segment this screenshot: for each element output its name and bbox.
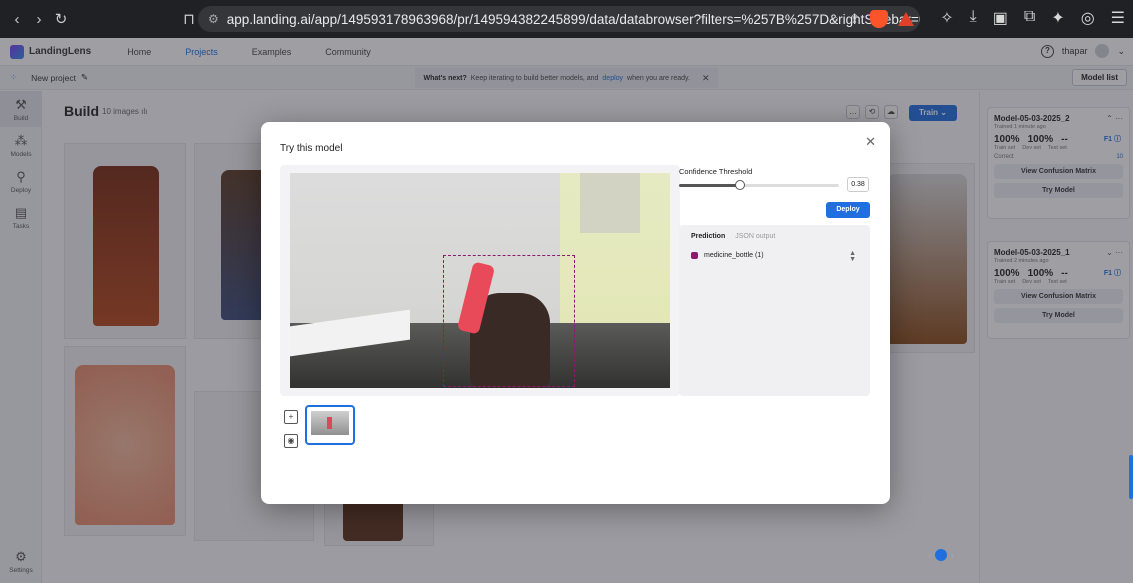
tab-icon[interactable]: ⧉ <box>1024 8 1035 28</box>
browser-toolbar: ‹ › ↻ ⊓ ⚙ app.landing.ai/app/14959317896… <box>0 0 1133 38</box>
tab-prediction[interactable]: Prediction <box>691 233 725 240</box>
confidence-label: Confidence Threshold <box>679 167 753 176</box>
leo-icon[interactable]: ✦ <box>1051 8 1064 28</box>
menu-icon[interactable]: ☰ <box>1111 8 1125 28</box>
prev-page-icon[interactable]: ‹ <box>928 550 931 560</box>
try-model-dialog: Try this model ✕ + ◉ Confidence Threshol… <box>261 122 890 504</box>
page-current[interactable] <box>935 549 947 561</box>
confidence-value[interactable]: 0.38 <box>847 177 869 192</box>
photo-curtain <box>580 173 640 233</box>
slider-handle[interactable] <box>734 180 745 190</box>
vpn-icon[interactable]: ◎ <box>1081 8 1095 28</box>
back-icon[interactable]: ‹ <box>6 8 28 30</box>
tab-json-output[interactable]: JSON output <box>735 233 775 240</box>
forward-icon[interactable]: › <box>28 8 50 30</box>
upload-controls: + ◉ <box>284 410 298 448</box>
deploy-button[interactable]: Deploy <box>826 202 870 218</box>
dialog-title: Try this model <box>280 143 343 154</box>
bookmark-icon[interactable]: ⊓ <box>178 8 200 30</box>
zoom-icon[interactable]: ⌕ <box>832 11 839 27</box>
share-icon[interactable]: ⇪ <box>849 11 860 27</box>
site-info-icon[interactable]: ⚙ <box>208 12 219 26</box>
prediction-label: medicine_bottle (1) <box>704 252 764 259</box>
sort-icon[interactable]: ▲ ▼ <box>849 250 856 263</box>
thumbnail-image <box>311 411 349 435</box>
address-bar[interactable]: ⚙ app.landing.ai/app/149593178963968/pr/… <box>198 6 920 32</box>
reload-icon[interactable]: ↻ <box>50 8 72 30</box>
brave-rewards-icon[interactable] <box>898 12 914 26</box>
scrollbar[interactable] <box>1129 455 1133 499</box>
prediction-panel: Prediction JSON output medicine_bottle (… <box>679 225 870 396</box>
url-text: app.landing.ai/app/149593178963968/pr/14… <box>226 11 920 27</box>
test-photo <box>290 173 670 388</box>
close-icon[interactable]: ✕ <box>865 134 876 150</box>
prediction-item: medicine_bottle (1) <box>691 252 764 259</box>
sidebar-toggle-icon[interactable]: ▣ <box>993 8 1008 28</box>
image-preview <box>280 165 680 396</box>
thumbnail-selected[interactable] <box>305 405 355 445</box>
upload-folder-icon[interactable]: + <box>284 410 298 424</box>
next-page-icon[interactable]: › <box>951 550 954 560</box>
slider-fill <box>679 184 740 187</box>
camera-icon[interactable]: ◉ <box>284 434 298 448</box>
brave-shield-icon[interactable] <box>870 10 888 28</box>
download-icon[interactable]: ⤓ <box>970 8 977 28</box>
pagination: ‹ › <box>928 549 954 561</box>
class-color-swatch <box>691 252 698 259</box>
prediction-bounding-box <box>443 255 575 387</box>
confidence-slider[interactable] <box>679 180 839 190</box>
extensions-icon[interactable]: ✧ <box>940 8 953 28</box>
